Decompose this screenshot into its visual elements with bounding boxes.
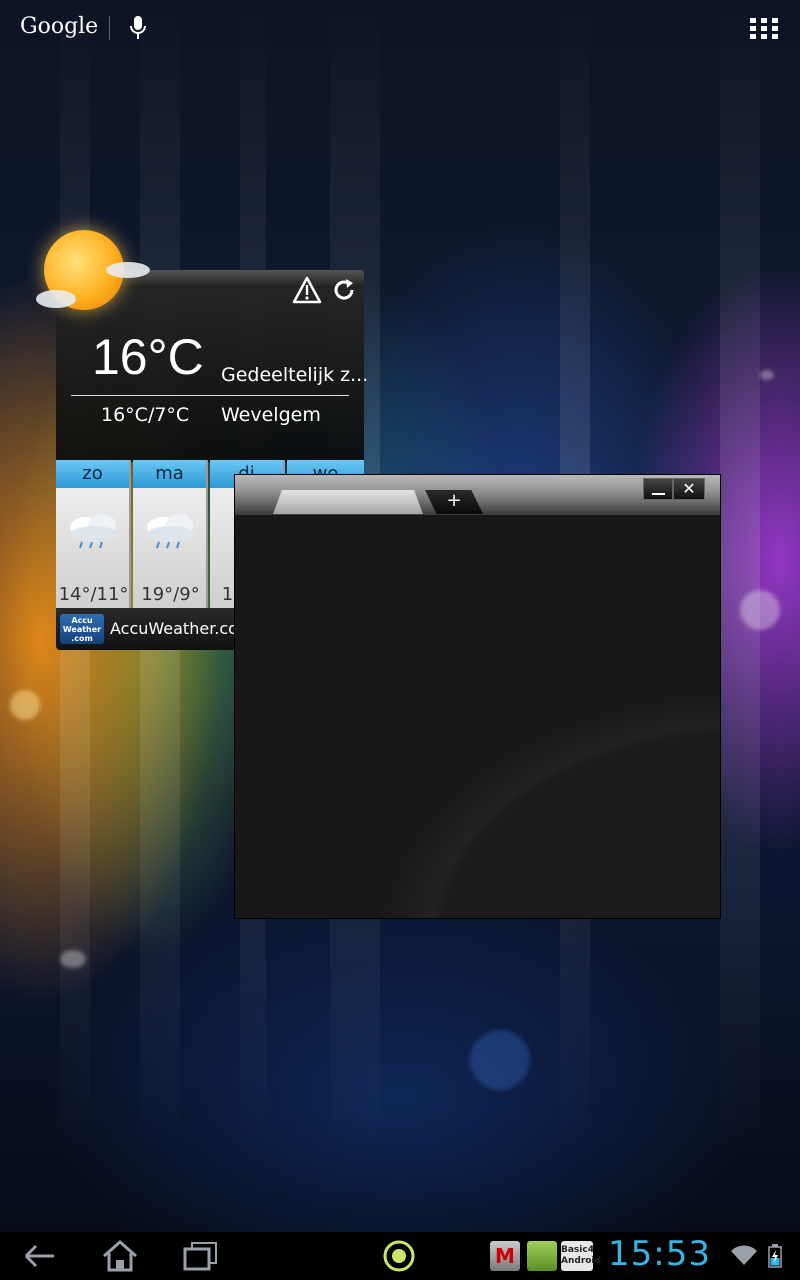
close-button[interactable]: ✕ [673, 478, 705, 500]
apps-icon[interactable] [750, 18, 778, 39]
basic4android-label: Basic4 Android [561, 1245, 601, 1266]
recents-icon[interactable] [182, 1240, 218, 1272]
mcafee-label: M [495, 1244, 515, 1268]
weather-divider [71, 395, 349, 396]
rain-cloud-icon [70, 514, 118, 549]
battery-icon[interactable] [768, 1244, 782, 1268]
forecast-day: zo 14°/11° [56, 460, 131, 608]
rain-cloud-icon [147, 514, 195, 549]
cloud-puff [36, 290, 76, 308]
forecast-day-label: ma [133, 460, 206, 488]
weather-panel: 16°C Gedeeltelijk z... 16°C/7°C Wevelgem [36, 230, 368, 462]
browser-tab[interactable] [273, 490, 423, 514]
wallpaper-streak [720, 0, 760, 1280]
floating-window[interactable]: + ✕ [235, 475, 720, 918]
basic4android-icon[interactable]: Basic4 Android [561, 1241, 601, 1271]
wallpaper-bokeh [10, 690, 40, 720]
current-temperature: 16°C [92, 329, 204, 385]
wifi-icon[interactable] [730, 1244, 758, 1266]
wallpaper-bokeh [760, 370, 774, 380]
window-title-bar[interactable]: + ✕ [235, 475, 720, 515]
cloud-puff [106, 262, 150, 278]
launcher-circle-icon[interactable] [382, 1239, 416, 1273]
accuweather-label: AccuWeather.com [110, 619, 254, 638]
home-icon[interactable] [100, 1238, 140, 1272]
clock[interactable]: 15:53 [608, 1234, 711, 1274]
wallpaper-bokeh [740, 590, 780, 630]
accuweather-logo: Accu Weather .com [60, 614, 104, 644]
google-search-label[interactable]: Google [20, 14, 98, 39]
forecast-temp: 14°/11° [58, 584, 129, 605]
search-divider [109, 16, 110, 40]
window-content[interactable] [235, 515, 720, 918]
refresh-icon[interactable] [330, 276, 358, 304]
new-tab-button[interactable]: + [425, 490, 483, 514]
wallpaper-bokeh [60, 950, 86, 968]
warning-icon[interactable] [292, 276, 322, 304]
forecast-day-label: zo [56, 460, 129, 488]
mcafee-icon[interactable]: M [490, 1241, 520, 1271]
back-icon[interactable] [22, 1240, 58, 1272]
weather-condition: Gedeeltelijk z... [221, 364, 369, 386]
temperature-range: 16°C/7°C [101, 404, 190, 426]
wallpaper-bokeh [470, 1030, 530, 1090]
mic-icon[interactable] [130, 15, 146, 41]
weather-location: Wevelgem [221, 404, 321, 426]
android-app-icon[interactable] [527, 1241, 557, 1271]
minimize-button[interactable] [643, 478, 673, 500]
